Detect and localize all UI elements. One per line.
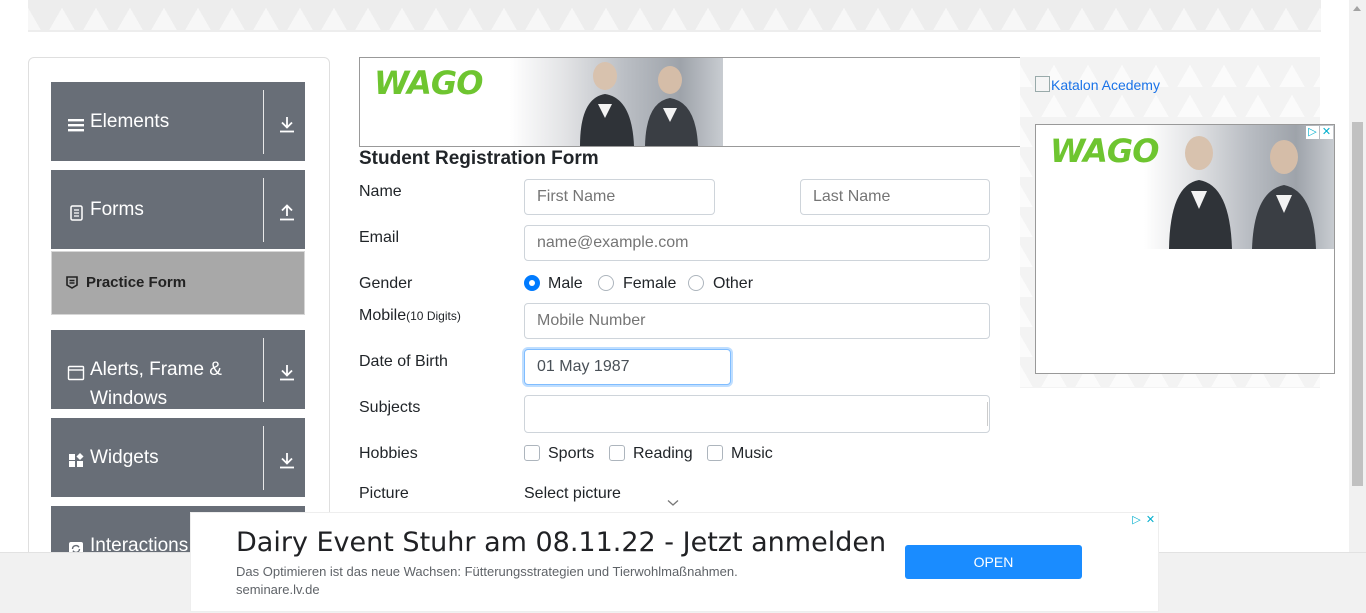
adchoices-icon[interactable]: ▷	[1130, 514, 1143, 527]
broken-image-alt-text[interactable]: Katalon Acedemy	[1051, 77, 1160, 93]
sidebar-group-label-line2: Windows	[90, 388, 168, 409]
page-scrollbar[interactable]	[1349, 0, 1366, 552]
sidebar-item-practice-form[interactable]: Practice Form	[51, 251, 305, 315]
divider	[263, 178, 264, 242]
download-arrow-icon[interactable]	[277, 362, 297, 382]
hobbies-label: Hobbies	[359, 445, 418, 462]
sidebar-group-label: Elements	[90, 111, 170, 132]
window-icon	[67, 365, 85, 381]
download-arrow-icon[interactable]	[277, 450, 297, 470]
hobby-music-checkbox[interactable]	[707, 445, 723, 461]
gender-other-radio[interactable]	[688, 275, 704, 291]
mobile-hint: (10 Digits)	[406, 309, 461, 323]
divider	[263, 426, 264, 490]
gender-option-label[interactable]: Male	[548, 275, 583, 293]
bottom-ad-banner[interactable]: Dairy Event Stuhr am 08.11.22 - Jetzt an…	[190, 512, 1159, 612]
select-picture-button[interactable]: Select picture	[524, 485, 621, 503]
sidebar-group-label: Widgets	[90, 447, 159, 468]
close-icon[interactable]: ✕	[1320, 126, 1333, 139]
businessmen-image	[1169, 136, 1316, 249]
subjects-input[interactable]	[524, 395, 990, 433]
gender-male-radio[interactable]	[524, 275, 540, 291]
top-ad-banner[interactable]: WAGO	[359, 57, 1023, 147]
sidebar-group-widgets[interactable]: Widgets	[51, 418, 305, 497]
wago-logo: WAGO	[374, 64, 483, 102]
hobby-option-label[interactable]: Reading	[633, 445, 693, 463]
refresh-icon	[69, 542, 83, 552]
businessmen-image	[580, 62, 698, 146]
scroll-up-arrow-icon[interactable]	[1353, 6, 1361, 11]
first-name-input[interactable]	[524, 179, 715, 215]
document-icon	[70, 205, 83, 221]
ad-description: Das Optimieren ist das neue Wachsen: Füt…	[236, 564, 738, 579]
sidebar-group-forms[interactable]: Forms	[51, 170, 305, 249]
ad-open-button[interactable]: OPEN	[905, 545, 1082, 579]
download-arrow-icon[interactable]	[277, 114, 297, 134]
sidebar-item-label: Practice Form	[86, 274, 187, 291]
mobile-label-text: Mobile	[359, 307, 407, 324]
sidebar-group-elements[interactable]: Elements	[51, 82, 305, 161]
broken-image-icon	[1035, 76, 1050, 92]
sidebar-group-label: Alerts, Frame &	[90, 359, 222, 380]
form-title: Student Registration Form	[359, 148, 599, 169]
right-ad-banner[interactable]: WAGO ▷ ✕	[1035, 124, 1335, 374]
date-of-birth-input[interactable]	[524, 349, 731, 385]
sidebar-group-alerts-frame-windows[interactable]: Alerts, Frame & Windows	[51, 330, 305, 409]
subjects-label: Subjects	[359, 399, 421, 416]
scrollbar-thumb[interactable]	[1352, 122, 1363, 486]
list-icon	[68, 119, 84, 132]
gender-option-label[interactable]: Other	[713, 275, 753, 293]
ad-photo	[1144, 125, 1334, 249]
subjects-separator	[987, 402, 988, 426]
last-name-input[interactable]	[800, 179, 990, 215]
chevron-down-icon[interactable]	[667, 499, 679, 507]
mobile-input[interactable]	[524, 303, 990, 339]
upload-arrow-icon[interactable]	[277, 202, 297, 222]
email-label: Email	[359, 229, 400, 246]
adchoices-icon[interactable]: ▷	[1306, 126, 1319, 139]
ad-photo	[510, 58, 723, 146]
top-banner	[28, 0, 1321, 32]
hobby-option-label[interactable]: Music	[731, 445, 773, 463]
sidebar-group-label: Interactions	[90, 535, 189, 552]
divider	[263, 90, 264, 154]
gender-label: Gender	[359, 275, 413, 292]
hobby-option-label[interactable]: Sports	[548, 445, 594, 463]
widgets-icon	[69, 452, 84, 467]
form-icon	[66, 276, 78, 289]
hobby-reading-checkbox[interactable]	[609, 445, 625, 461]
broken-image-link[interactable]: Katalon Acedemy	[1035, 76, 1160, 93]
divider	[263, 338, 264, 402]
hobby-sports-checkbox[interactable]	[524, 445, 540, 461]
sidebar-group-label: Forms	[90, 199, 144, 220]
picture-label: Picture	[359, 485, 409, 502]
close-icon[interactable]: ✕	[1144, 514, 1157, 527]
ad-url[interactable]: seminare.lv.de	[236, 582, 320, 597]
email-input[interactable]	[524, 225, 990, 261]
dob-label: Date of Birth	[359, 353, 448, 370]
gender-female-radio[interactable]	[598, 275, 614, 291]
ad-headline[interactable]: Dairy Event Stuhr am 08.11.22 - Jetzt an…	[236, 527, 886, 558]
mobile-label: Mobile(10 Digits)	[359, 307, 461, 325]
sidebar: Elements Forms Practice Form Alerts, Fra…	[28, 57, 330, 579]
name-label: Name	[359, 183, 402, 200]
wago-logo: WAGO	[1050, 132, 1159, 170]
gender-option-label[interactable]: Female	[623, 275, 676, 293]
